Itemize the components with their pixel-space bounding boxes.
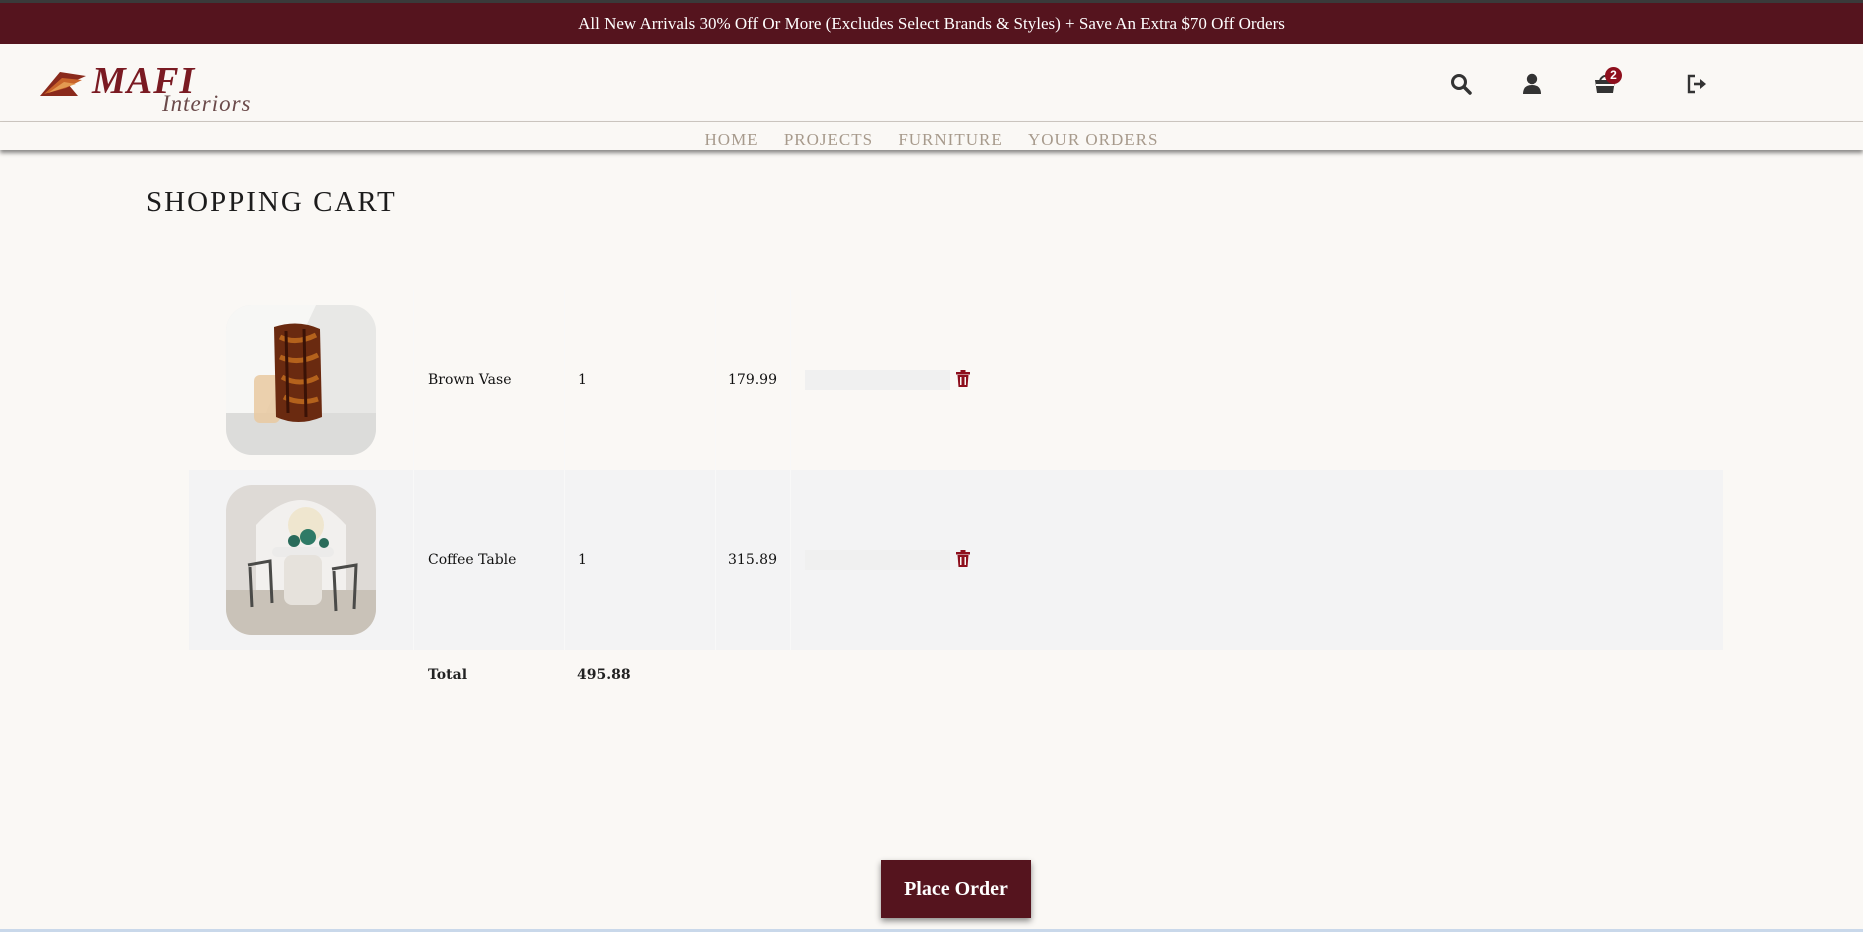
cart-total-row: Total 495.88	[189, 650, 1723, 700]
cart-row: Brown Vase 1 179.99	[189, 290, 1723, 470]
promo-text: All New Arrivals 30% Off Or More (Exclud…	[578, 14, 1285, 33]
brand-subtitle: Interiors	[162, 91, 252, 116]
promo-banner: All New Arrivals 30% Off Or More (Exclud…	[0, 3, 1863, 44]
nav-furniture[interactable]: FURNITURE	[898, 122, 1002, 158]
product-name: Coffee Table	[414, 470, 565, 650]
search-icon	[1451, 74, 1472, 95]
search-button[interactable]	[1446, 69, 1476, 99]
product-quantity: 1	[565, 290, 716, 470]
page-title: SHOPPING CART	[146, 186, 397, 218]
cart-table: Brown Vase 1 179.99 Coffee Table 1 315.8…	[189, 290, 1723, 700]
nav-home[interactable]: HOME	[705, 122, 759, 158]
brand-logo[interactable]: MAFI Interiors	[38, 62, 258, 122]
nav-your-orders[interactable]: YOUR ORDERS	[1028, 122, 1159, 158]
product-price: 315.89	[716, 470, 791, 650]
logout-icon	[1687, 74, 1706, 94]
cart-row: Coffee Table 1 315.89	[189, 470, 1723, 650]
total-label: Total	[428, 667, 468, 683]
total-value: 495.88	[577, 667, 631, 683]
trash-icon	[956, 369, 970, 387]
product-image	[226, 305, 376, 455]
product-quantity: 1	[565, 470, 716, 650]
product-image	[226, 485, 376, 635]
site-header: MAFI Interiors 2	[0, 44, 1863, 122]
product-name: Brown Vase	[414, 290, 565, 470]
quantity-field[interactable]	[805, 370, 950, 390]
logout-button[interactable]	[1682, 69, 1712, 99]
place-order-button[interactable]: Place Order	[881, 860, 1031, 918]
cart-count-badge: 2	[1605, 67, 1622, 84]
nav-projects[interactable]: PROJECTS	[784, 122, 873, 158]
cart-button[interactable]: 2	[1590, 67, 1622, 99]
logo-mark-icon	[40, 72, 86, 96]
main-nav: HOME PROJECTS FURNITURE YOUR ORDERS	[0, 122, 1863, 150]
account-button[interactable]	[1517, 69, 1547, 99]
product-price: 179.99	[716, 290, 791, 470]
remove-item-button[interactable]	[956, 549, 970, 567]
trash-icon	[956, 549, 970, 567]
user-icon	[1523, 73, 1541, 94]
quantity-field[interactable]	[805, 550, 950, 570]
remove-item-button[interactable]	[956, 369, 970, 387]
